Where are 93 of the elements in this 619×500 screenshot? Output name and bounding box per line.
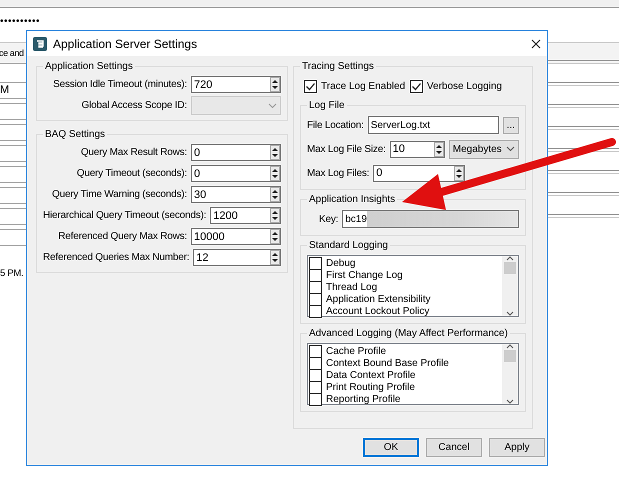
table-row	[548, 60, 619, 64]
table-row	[548, 170, 619, 174]
list-item-label: Reporting Profile	[326, 394, 400, 404]
field-label: Referenced Query Max Rows:	[58, 231, 187, 242]
field-label: Query Time Warning (seconds):	[52, 189, 187, 200]
group-title: Tracing Settings	[301, 61, 375, 72]
password-field[interactable]: ••••••••••	[0, 16, 40, 26]
checkbox-label: Trace Log Enabled	[321, 80, 406, 92]
spin-arrows-icon	[270, 166, 280, 181]
list-item-label: Thread Log	[326, 282, 378, 292]
browse-button[interactable]: ...	[502, 116, 519, 134]
checkbox[interactable]	[309, 392, 322, 406]
spin-field[interactable]: 720	[191, 76, 281, 93]
status-text: 5 PM.	[0, 268, 24, 279]
checkbox[interactable]	[410, 80, 423, 92]
dialog-button[interactable]: OK	[363, 438, 419, 457]
spin-arrows-icon	[270, 77, 280, 92]
checkbox-list[interactable]: Cache Profile Context Bound Base Profile Data Context Profile Print Routing Profile Reporting Profile	[307, 343, 519, 405]
field-label: Max Log Files:	[307, 168, 370, 178]
scrollbar[interactable]	[502, 344, 518, 404]
dropdown[interactable]: Megabytes	[448, 140, 519, 158]
spin-field[interactable]: 30	[191, 186, 281, 203]
spin-field[interactable]: 0	[191, 165, 281, 182]
checkbox[interactable]	[304, 80, 317, 92]
field-label: Session Idle Timeout (minutes):	[53, 79, 187, 90]
checkbox[interactable]	[309, 256, 322, 270]
scrollbar-thumb[interactable]	[504, 262, 516, 274]
checkbox[interactable]	[309, 304, 322, 318]
spin-field[interactable]: 0	[191, 144, 281, 161]
group-title: BAQ Settings	[44, 129, 106, 140]
list-item-label: First Change Log	[326, 270, 403, 280]
table-row	[548, 214, 619, 218]
spin-field[interactable]: 10	[390, 140, 445, 158]
spin-arrows-icon	[270, 229, 280, 244]
checkbox-list[interactable]: Debug First Change Log Thread Log Application Extensibility Account Lockout Policy	[307, 255, 519, 317]
field-label: Query Max Result Rows:	[80, 147, 187, 158]
scrollbar-thumb[interactable]	[504, 350, 516, 362]
spin-field[interactable]: 0	[373, 164, 466, 182]
chevron-up-icon[interactable]	[506, 256, 514, 262]
input-field[interactable]: ServerLog.txt	[368, 116, 499, 134]
chevron-down-icon	[506, 146, 515, 152]
dialog-button[interactable]: Cancel	[426, 438, 482, 457]
field-label: File Location:	[307, 120, 364, 130]
scrollbar[interactable]	[502, 256, 518, 316]
checkbox[interactable]	[309, 368, 322, 382]
chevron-down-icon[interactable]	[506, 310, 514, 316]
chevron-down-icon[interactable]	[506, 398, 514, 404]
group-title: Advanced Logging (May Affect Performance)	[308, 328, 509, 339]
app-logo-icon	[33, 36, 47, 50]
list-item-label: Account Lockout Policy	[326, 306, 430, 316]
list-item-label: Context Bound Base Profile	[326, 358, 449, 368]
spin-arrows-icon	[434, 142, 444, 156]
checkbox[interactable]	[309, 280, 322, 294]
input-field[interactable]: bc19	[342, 210, 519, 228]
spin-arrows-icon	[270, 145, 280, 160]
table-row	[548, 82, 619, 86]
window-title: Application Server Settings	[53, 36, 198, 50]
table-row	[548, 126, 619, 130]
spin-arrows-icon	[270, 187, 280, 202]
field-label: Key:	[319, 214, 338, 224]
dialog-button[interactable]: Apply	[489, 438, 545, 457]
checkbox-label: Verbose Logging	[426, 80, 502, 92]
field-label: Query Timeout (seconds):	[76, 168, 187, 179]
checkbox[interactable]	[309, 268, 322, 282]
field-label: Global Access Scope ID:	[82, 100, 187, 111]
list-item-label: Debug	[326, 258, 356, 268]
spin-arrows-icon	[454, 166, 464, 180]
close-icon[interactable]	[531, 38, 541, 48]
checkbox[interactable]	[309, 344, 322, 358]
list-item-label: Application Extensibility	[326, 294, 430, 304]
table-row	[548, 148, 619, 152]
group-title: Log File	[308, 100, 346, 111]
field-label: Referenced Queries Max Number:	[43, 252, 190, 263]
field-label: Max Log File Size:	[307, 144, 386, 154]
list-item-label: Print Routing Profile	[326, 382, 415, 392]
group-title: Standard Logging	[308, 240, 389, 251]
group-title: Application Settings	[44, 61, 134, 72]
list-item-label: Data Context Profile	[326, 370, 416, 380]
table-row	[548, 192, 619, 196]
list-item-label: Cache Profile	[326, 346, 386, 356]
checkbox[interactable]	[309, 380, 322, 394]
field-label: Hierarchical Query Timeout (seconds):	[43, 210, 206, 221]
checkbox[interactable]	[309, 292, 322, 306]
spin-arrows-icon	[270, 250, 280, 265]
spin-arrows-icon	[270, 208, 280, 223]
chevron-down-icon	[268, 102, 277, 108]
checkbox[interactable]	[309, 356, 322, 370]
group-title: Application Insights	[308, 194, 396, 205]
spin-field[interactable]: 10000	[191, 228, 281, 245]
chevron-up-icon[interactable]	[506, 344, 514, 350]
table-row	[548, 104, 619, 108]
spin-field[interactable]: 1200	[210, 207, 281, 224]
spin-field[interactable]: 12	[193, 249, 281, 266]
